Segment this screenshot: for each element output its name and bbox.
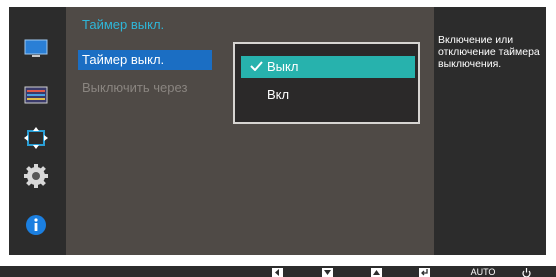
information-icon[interactable] (24, 213, 48, 237)
power-icon[interactable] (521, 268, 532, 277)
option-off-label: Выкл (267, 59, 299, 74)
onscreen-display-icon[interactable] (24, 83, 48, 107)
checkmark-icon (250, 56, 264, 78)
picture-icon[interactable] (24, 37, 48, 61)
option-on-label: Вкл (267, 87, 290, 102)
auto-button[interactable]: AUTO (466, 268, 500, 277)
position-size-icon[interactable] (24, 126, 48, 150)
up-arrow-icon[interactable] (371, 268, 382, 277)
option-on[interactable]: Вкл (241, 84, 415, 106)
left-arrow-icon[interactable] (272, 268, 283, 277)
timer-dropdown: Выкл Вкл (233, 42, 420, 124)
down-arrow-icon[interactable] (322, 268, 333, 277)
option-off[interactable]: Выкл (241, 56, 415, 78)
panel-title: Таймер выкл. (82, 17, 165, 32)
bottom-button-bar: AUTO (0, 266, 556, 277)
sidebar (9, 7, 63, 255)
enter-icon[interactable] (419, 268, 430, 277)
menu-item-turn-off-after[interactable]: Выключить через (78, 78, 212, 98)
osd-menu: Таймер выкл. Таймер выкл. Выключить чере… (9, 7, 546, 255)
main-panel: Таймер выкл. Таймер выкл. Выключить чере… (66, 7, 434, 255)
info-description: Включение или отключение таймера выключе… (438, 34, 540, 70)
settings-gear-icon[interactable] (24, 164, 48, 188)
menu-item-off-timer[interactable]: Таймер выкл. (78, 50, 212, 70)
